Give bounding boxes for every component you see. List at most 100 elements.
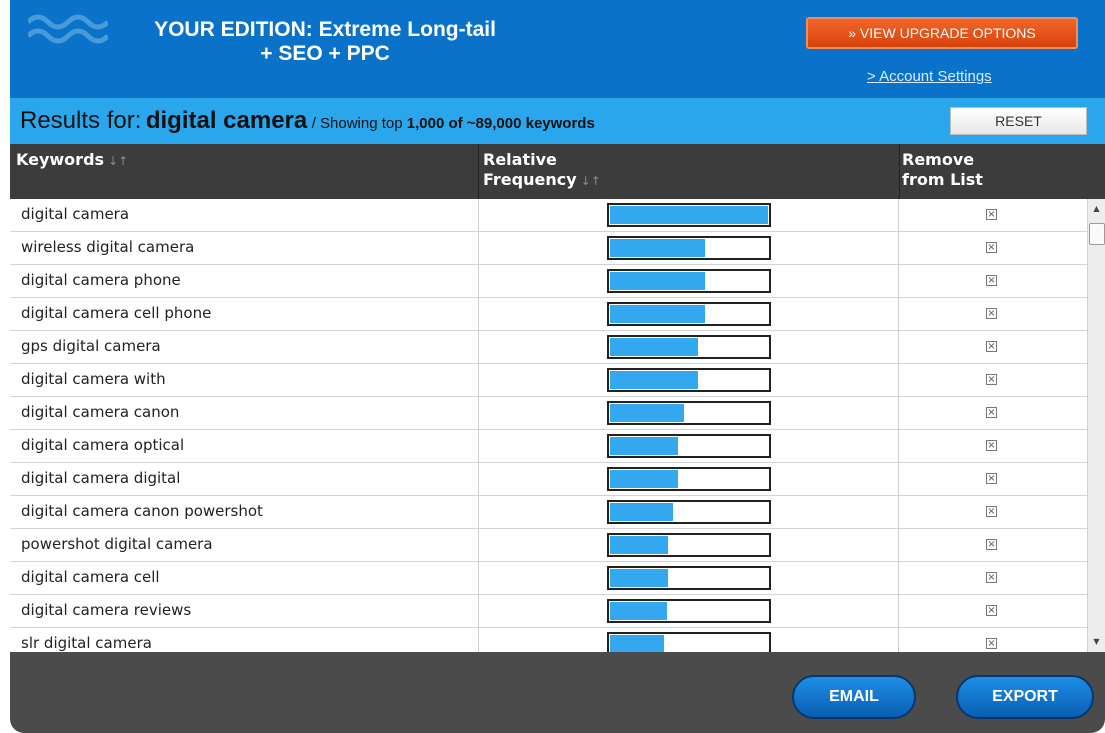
keyword-table: Keywords ↓↑ Relative Frequency ↓↑ Remove f… [10,144,1105,652]
table-row: wireless digital camera × [10,232,1087,265]
remove-cell: × [899,529,1087,562]
remove-x-icon[interactable]: × [986,506,997,517]
keyword-cell: digital camera with [21,370,166,388]
frequency-header-line-1: Relative [483,150,557,169]
frequency-cell [478,595,899,628]
remove-x-icon[interactable]: × [986,605,997,616]
frequency-bar [607,401,771,425]
account-settings-link[interactable]: > Account Settings [867,68,992,85]
remove-x-icon[interactable]: × [986,341,997,352]
frequency-bar-fill [610,404,684,422]
keyword-cell: powershot digital camera [21,535,213,553]
search-query: digital camera [145,107,308,134]
remove-cell: × [899,265,1087,298]
frequency-bar [607,236,771,260]
frequency-cell [478,331,899,364]
frequency-cell [478,430,899,463]
frequency-header-line-2: Frequency [483,170,577,189]
remove-x-icon[interactable]: × [986,572,997,583]
sort-arrows-icon[interactable]: ↓↑ [581,174,601,188]
remove-x-icon[interactable]: × [986,407,997,418]
remove-cell: × [899,397,1087,430]
remove-x-icon[interactable]: × [986,242,997,253]
frequency-cell [478,562,899,595]
remove-cell: × [899,463,1087,496]
remove-cell: × [899,628,1087,652]
keyword-cell: digital camera cell phone [21,304,212,322]
column-header-frequency[interactable]: Relative Frequency ↓↑ [483,150,601,191]
frequency-bar [607,269,771,293]
table-row: digital camera reviews × [10,595,1087,628]
remove-x-icon[interactable]: × [986,539,997,550]
vertical-scrollbar[interactable]: ▲ ▼ [1087,199,1105,652]
frequency-bar-fill [610,602,667,620]
frequency-bar-fill [610,338,698,356]
frequency-bar [607,302,771,326]
action-footer: EMAIL EXPORT [10,652,1105,733]
frequency-bar-fill [610,470,678,488]
column-divider [478,144,479,199]
remove-cell: × [899,496,1087,529]
keyword-cell: gps digital camera [21,337,161,355]
keyword-cell: slr digital camera [21,634,152,652]
showing-prefix: / Showing top [311,115,403,132]
edition-line-2: + SEO + PPC [260,42,390,65]
frequency-bar [607,434,771,458]
table-row: digital camera cell phone × [10,298,1087,331]
remove-cell: × [899,364,1087,397]
frequency-bar [607,533,771,557]
frequency-cell [478,397,899,430]
scroll-up-icon[interactable]: ▲ [1088,201,1105,217]
keyword-cell: digital camera reviews [21,601,192,619]
frequency-bar-fill [610,305,705,323]
table-row: digital camera canon powershot × [10,496,1087,529]
remove-x-icon[interactable]: × [986,308,997,319]
frequency-bar [607,500,771,524]
frequency-cell [478,529,899,562]
reset-button[interactable]: RESET [950,107,1087,135]
frequency-bar-fill [610,536,668,554]
keyword-cell: wireless digital camera [21,238,195,256]
frequency-bar [607,566,771,590]
frequency-bar-fill [610,239,705,257]
column-header-keywords[interactable]: Keywords ↓↑ [16,150,128,171]
table-row: slr digital camera × [10,628,1087,652]
remove-cell: × [899,430,1087,463]
scroll-down-icon[interactable]: ▼ [1088,634,1105,650]
sort-arrows-icon[interactable]: ↓↑ [108,154,128,168]
keyword-cell: digital camera optical [21,436,185,454]
frequency-cell [478,298,899,331]
showing-count: 1,000 of ~89,000 keywords [406,115,595,132]
keyword-cell: digital camera canon powershot [21,502,263,520]
wave-logo-icon [28,14,108,44]
table-row: gps digital camera × [10,331,1087,364]
frequency-bar-fill [610,371,698,389]
frequency-bar-fill [610,437,678,455]
keyword-cell: digital camera phone [21,271,181,289]
remove-cell: × [899,562,1087,595]
remove-x-icon[interactable]: × [986,440,997,451]
export-button[interactable]: EXPORT [956,675,1094,719]
keywords-header-label: Keywords [16,150,105,169]
frequency-bar-fill [610,569,668,587]
email-button[interactable]: EMAIL [792,675,916,719]
remove-x-icon[interactable]: × [986,374,997,385]
keyword-cell: digital camera cell [21,568,160,586]
remove-x-icon[interactable]: × [986,473,997,484]
column-header-remove: Remove from List [902,150,983,190]
remove-x-icon[interactable]: × [986,209,997,220]
remove-x-icon[interactable]: × [986,275,997,286]
keyword-cell: digital camera canon [21,403,180,421]
frequency-cell [478,496,899,529]
remove-cell: × [899,331,1087,364]
view-upgrade-options-button[interactable]: » VIEW UPGRADE OPTIONS [806,17,1078,49]
scroll-thumb[interactable] [1089,223,1105,245]
frequency-cell [478,199,899,232]
table-row: digital camera cell × [10,562,1087,595]
keyword-cell: digital camera digital [21,469,181,487]
remove-x-icon[interactable]: × [986,638,997,649]
remove-cell: × [899,232,1087,265]
frequency-bar [607,599,771,623]
frequency-cell [478,628,899,652]
frequency-bar [607,467,771,491]
